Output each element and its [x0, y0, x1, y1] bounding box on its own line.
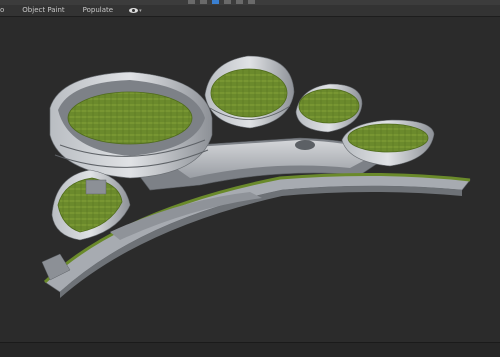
toolbar-tool-icon[interactable]	[188, 0, 195, 4]
chevron-down-icon[interactable]: ▾	[139, 8, 142, 14]
perspective-viewport[interactable]	[0, 17, 500, 342]
pod-upper-right	[295, 83, 363, 133]
status-bar	[0, 342, 500, 357]
ribbon-tabs: o Object Paint Populate ▾	[0, 5, 500, 17]
toolbar-tool-icon[interactable]	[236, 0, 243, 4]
architecture-model	[41, 55, 471, 298]
plaza-circle	[295, 140, 315, 150]
tab-object-paint[interactable]: Object Paint	[22, 5, 64, 16]
tab-modeling[interactable]: o	[0, 5, 4, 16]
stadium-medium	[204, 55, 295, 129]
toolbar-tool-icon[interactable]	[224, 0, 231, 4]
eye-icon[interactable]	[129, 8, 139, 13]
toolbar-tool-icon[interactable]	[200, 0, 207, 4]
toolbar-select-icon[interactable]	[212, 0, 219, 4]
stadium-large	[49, 71, 213, 179]
tab-populate[interactable]: Populate	[83, 5, 113, 16]
toolbar-tool-icon[interactable]	[248, 0, 255, 4]
